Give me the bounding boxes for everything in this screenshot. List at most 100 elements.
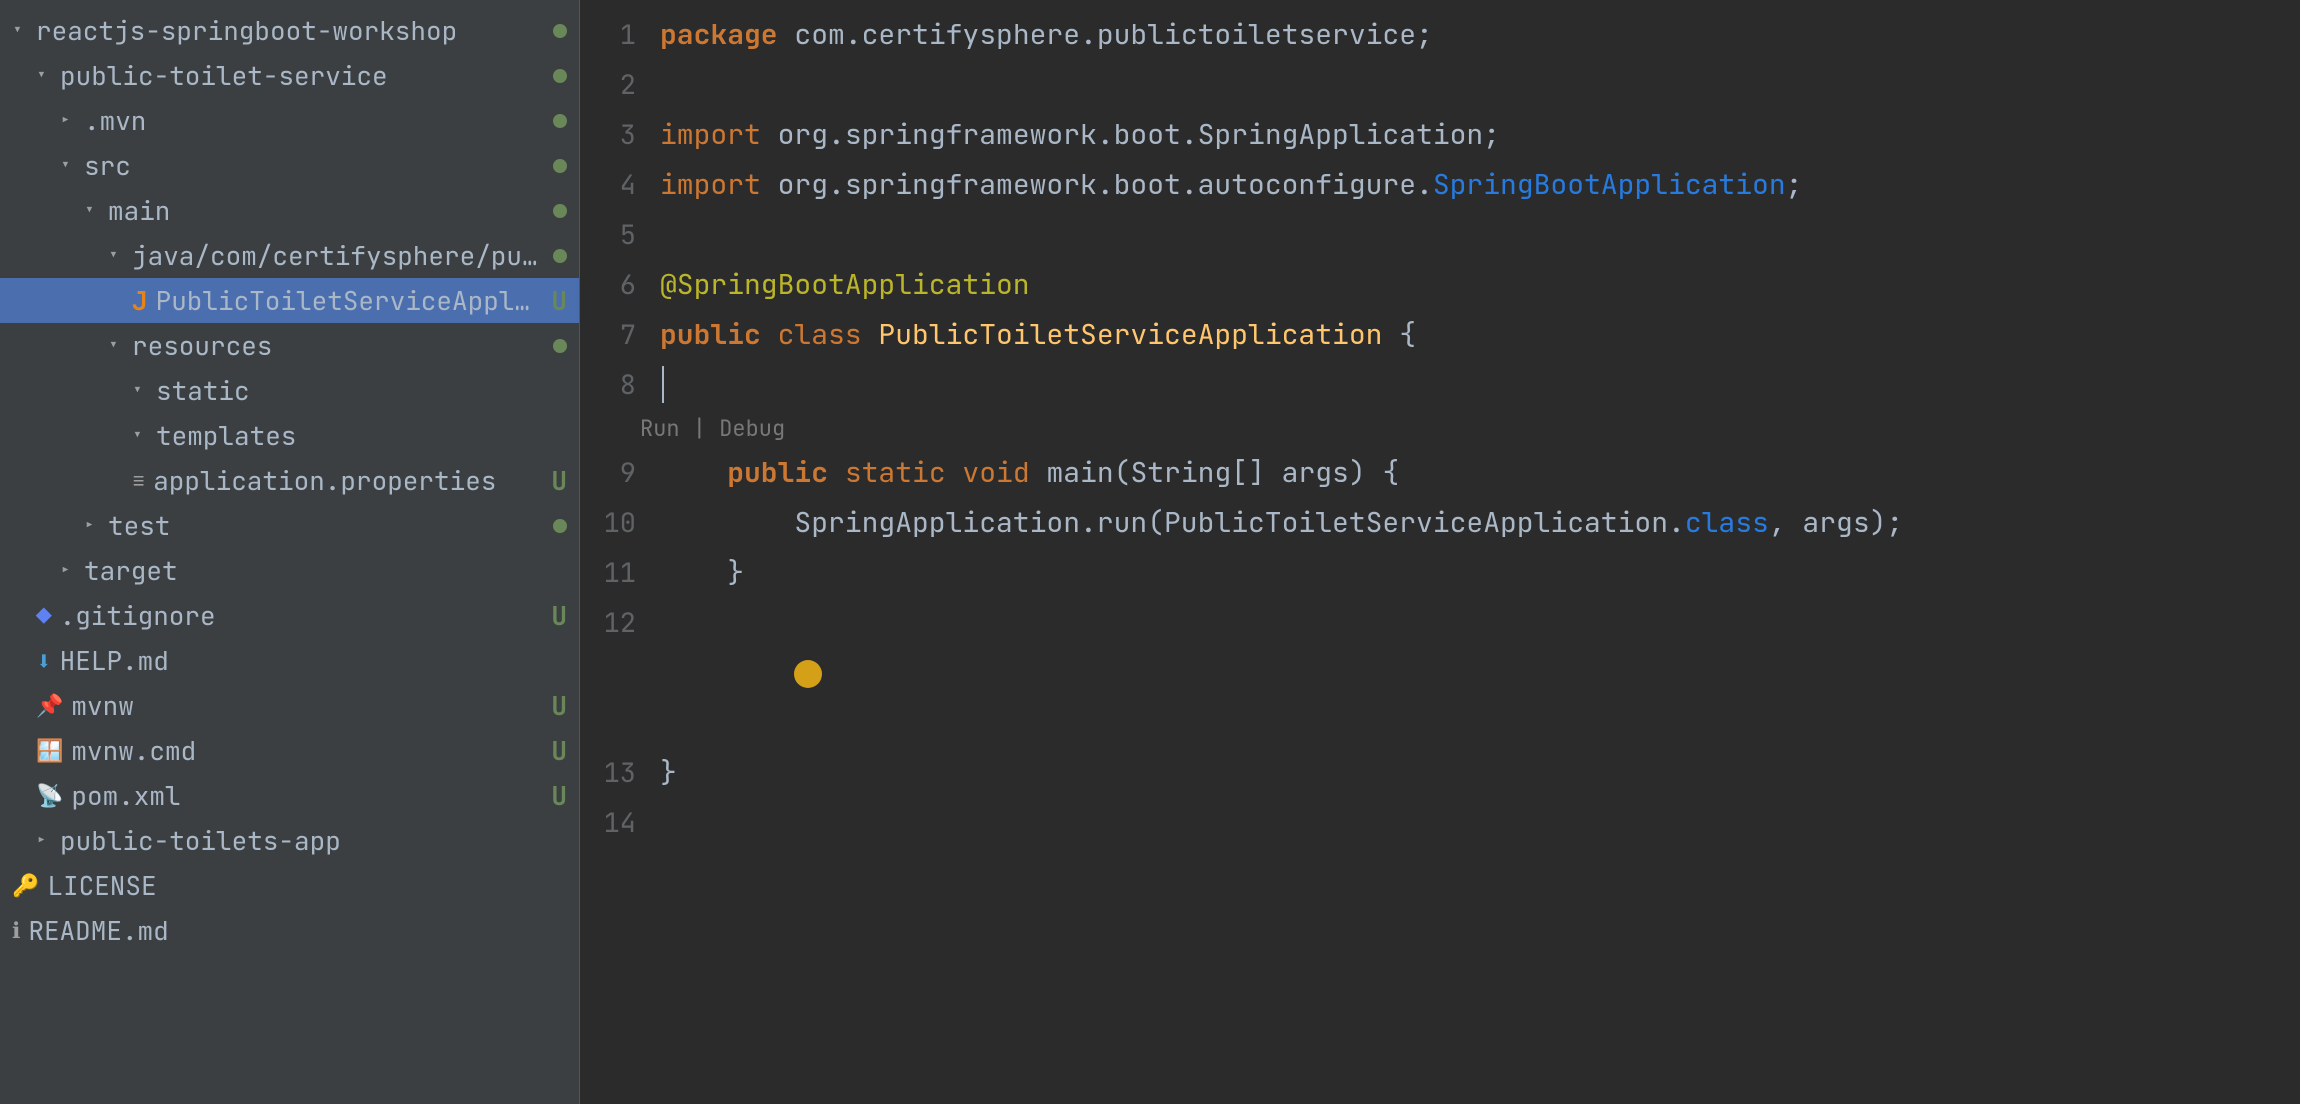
mvnw-icon: 📌 xyxy=(36,691,63,720)
tree-item-readmemd[interactable]: ℹ README.md xyxy=(0,908,579,953)
java-file-icon: J xyxy=(132,283,148,318)
line-number: 3 xyxy=(580,110,660,160)
line-number: 9 xyxy=(580,448,660,498)
tree-item-templates[interactable]: ▾ templates xyxy=(0,413,579,458)
tree-item-target[interactable]: ▸ target xyxy=(0,548,579,593)
tree-label: public-toilet-service xyxy=(60,58,545,93)
vcs-badge: U xyxy=(551,733,567,768)
line-number: 14 xyxy=(580,798,660,848)
line-number: 11 xyxy=(580,548,660,598)
status-dot xyxy=(553,159,567,173)
tree-label: templates xyxy=(156,418,567,453)
tree-item-mvnwcmd[interactable]: 🪟 mvnw.cmd U xyxy=(0,728,579,773)
line-number: 7 xyxy=(580,310,660,360)
arrow-icon: ▸ xyxy=(60,109,78,132)
code-text xyxy=(660,598,2300,748)
vcs-badge: U xyxy=(551,598,567,633)
tree-item-public-toilet-service[interactable]: ▾ public-toilet-service xyxy=(0,53,579,98)
line-number: 2 xyxy=(580,60,660,110)
status-dot xyxy=(553,249,567,263)
tree-item-main[interactable]: ▾ main xyxy=(0,188,579,233)
help-icon: ⬇ xyxy=(36,643,52,678)
tree-item-test[interactable]: ▸ test xyxy=(0,503,579,548)
arrow-icon: ▸ xyxy=(36,829,54,852)
line-number: 13 xyxy=(580,748,660,798)
tree-item-helpmd[interactable]: ⬇ HELP.md xyxy=(0,638,579,683)
code-editor: 1 package com.certifysphere.publictoilet… xyxy=(580,0,2300,1104)
code-content: 1 package com.certifysphere.publictoilet… xyxy=(580,0,2300,858)
tree-item-java-path[interactable]: ▾ java/com/certifysphere/publictoiletser… xyxy=(0,233,579,278)
tree-label: PublicToiletServiceApplication.java xyxy=(156,283,544,318)
tree-item-public-toilets-app[interactable]: ▸ public-toilets-app xyxy=(0,818,579,863)
vcs-badge: U xyxy=(551,283,567,318)
code-line-1: 1 package com.certifysphere.publictoilet… xyxy=(580,10,2300,60)
tree-label: main xyxy=(108,193,545,228)
tree-item-pomxml[interactable]: 📡 pom.xml U xyxy=(0,773,579,818)
tree-label: test xyxy=(108,508,545,543)
tree-label: target xyxy=(84,553,567,588)
status-dot xyxy=(553,204,567,218)
code-line-2: 2 xyxy=(580,60,2300,110)
vcs-badge: U xyxy=(551,688,567,723)
status-dot xyxy=(553,519,567,533)
tree-item-reactjs-workshop[interactable]: ▾ reactjs-springboot-workshop xyxy=(0,8,579,53)
tree-item-mvnw[interactable]: 📌 mvnw U xyxy=(0,683,579,728)
status-dot xyxy=(553,24,567,38)
code-text: @SpringBootApplication xyxy=(660,260,2300,310)
vcs-badge: U xyxy=(551,778,567,813)
run-debug-hint: Run | Debug xyxy=(640,410,785,448)
vcs-badge: U xyxy=(551,463,567,498)
arrow-icon: ▾ xyxy=(108,244,126,267)
code-line-7: 7 public class PublicToiletServiceApplic… xyxy=(580,310,2300,360)
tree-item-src[interactable]: ▾ src xyxy=(0,143,579,188)
code-line-6: 6 @SpringBootApplication xyxy=(580,260,2300,310)
code-text: } xyxy=(660,748,2300,798)
line-number: 6 xyxy=(580,260,660,310)
line-number: 8 xyxy=(580,360,660,410)
license-icon: 🔑 xyxy=(12,871,39,900)
line-number: 4 xyxy=(580,160,660,210)
code-text: import org.springframework.boot.SpringAp… xyxy=(660,110,2300,160)
code-line-10: 10 SpringApplication.run(PublicToiletSer… xyxy=(580,498,2300,548)
code-text: import org.springframework.boot.autoconf… xyxy=(660,160,2300,210)
arrow-icon: ▾ xyxy=(132,424,150,447)
tree-label: LICENSE xyxy=(47,868,567,903)
code-line-11: 11 } xyxy=(580,548,2300,598)
status-dot xyxy=(553,339,567,353)
tree-label: HELP.md xyxy=(60,643,567,678)
arrow-icon: ▾ xyxy=(60,154,78,177)
code-text: public class PublicToiletServiceApplicat… xyxy=(660,310,2300,360)
tree-label: src xyxy=(84,148,545,183)
tree-label: pom.xml xyxy=(71,778,543,813)
tree-item-public-toilet-application[interactable]: J PublicToiletServiceApplication.java U xyxy=(0,278,579,323)
gitignore-icon: ◆ xyxy=(36,598,52,633)
tree-item-license[interactable]: 🔑 LICENSE xyxy=(0,863,579,908)
code-line-12: 12 xyxy=(580,598,2300,748)
tree-label: mvnw xyxy=(71,688,543,723)
code-line-4: 4 import org.springframework.boot.autoco… xyxy=(580,160,2300,210)
tree-item-gitignore[interactable]: ◆ .gitignore U xyxy=(0,593,579,638)
arrow-icon: ▾ xyxy=(108,334,126,357)
tree-label: static xyxy=(156,373,567,408)
readme-icon: ℹ xyxy=(12,916,20,945)
line-number: 10 xyxy=(580,498,660,548)
tree-label: resources xyxy=(132,328,545,363)
code-line-9: 9 public static void main(String[] args)… xyxy=(580,448,2300,498)
bulb-icon[interactable] xyxy=(794,660,822,688)
tree-item-application-properties[interactable]: ≡ application.properties U xyxy=(0,458,579,503)
arrow-icon: ▸ xyxy=(84,514,102,537)
line-number: 5 xyxy=(580,210,660,260)
tree-label: reactjs-springboot-workshop xyxy=(36,13,545,48)
arrow-icon: ▾ xyxy=(36,64,54,87)
line-number: 12 xyxy=(580,598,660,648)
code-line-8: 8 Run | Debug xyxy=(580,360,2300,448)
code-line-5: 5 xyxy=(580,210,2300,260)
tree-item-mvn[interactable]: ▸ .mvn xyxy=(0,98,579,143)
arrow-icon: ▾ xyxy=(84,199,102,222)
code-line-3: 3 import org.springframework.boot.Spring… xyxy=(580,110,2300,160)
code-text: } xyxy=(660,548,2300,598)
tree-item-resources[interactable]: ▾ resources xyxy=(0,323,579,368)
tree-label: mvnw.cmd xyxy=(71,733,543,768)
tree-item-static[interactable]: ▾ static xyxy=(0,368,579,413)
status-dot xyxy=(553,114,567,128)
